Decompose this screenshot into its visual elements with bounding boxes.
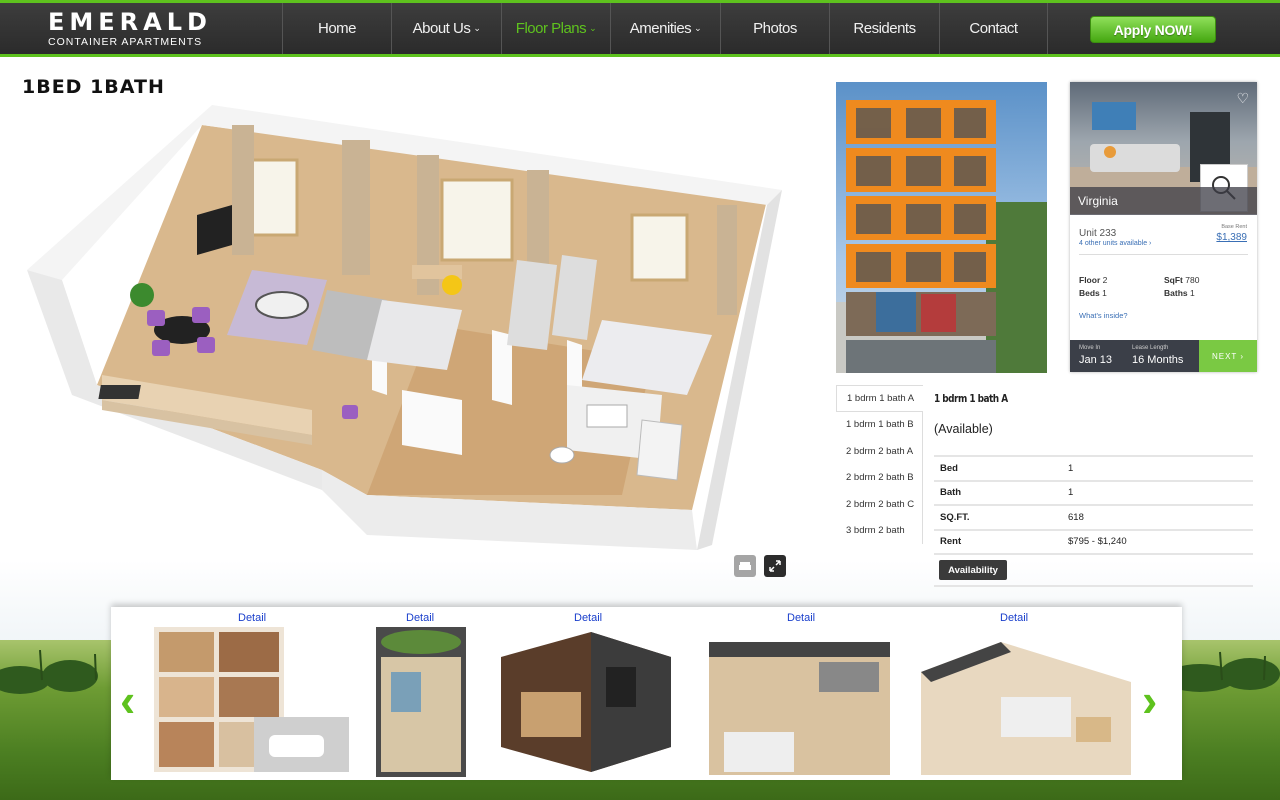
tab-2-bdrm-2-bath-c[interactable]: 2 bdrm 2 bath C <box>836 491 923 518</box>
nav-about-us-label: About Us <box>412 20 471 37</box>
rent-key: Rent <box>934 528 1062 555</box>
unit-number: Unit 233 <box>1079 228 1117 239</box>
bedroom-cutaway-illustration <box>921 642 1131 775</box>
logo-tagline: CONTAINER APARTMENTS <box>48 36 203 48</box>
chevron-down-icon: ⌄ <box>694 23 702 33</box>
base-rent-value[interactable]: $1,389 <box>1216 232 1247 243</box>
rent-value: $795 - $1,240 <box>1062 528 1253 555</box>
nav-residents[interactable]: Residents <box>829 3 939 54</box>
move-in-value: Jan 13 <box>1079 354 1113 366</box>
beds-info: Beds 1 <box>1079 288 1107 298</box>
building-illustration <box>836 100 1047 373</box>
baths-value: 1 <box>1190 288 1195 298</box>
floor-plan-tabs: 1 bdrm 1 bath A 1 bdrm 1 bath B 2 bdrm 2… <box>836 385 923 544</box>
unit-name: Virginia <box>1070 187 1257 215</box>
floor-plan-image[interactable] <box>22 95 782 555</box>
chevron-down-icon: ⌄ <box>473 23 481 33</box>
unit-listing-card[interactable]: ♡ Virginia Unit 233 4 other units availa… <box>1070 82 1257 372</box>
move-in-label: Move In <box>1079 345 1101 351</box>
nav-contact[interactable]: Contact <box>939 3 1048 54</box>
floor-label: Floor <box>1079 275 1101 285</box>
availability-status: (Available) <box>934 422 993 436</box>
nav-contact-label: Contact <box>969 20 1018 37</box>
apply-now-button[interactable]: Apply NOW! <box>1090 16 1216 43</box>
carousel-detail-link[interactable]: Detail <box>406 612 434 624</box>
bed-key: Bed <box>934 455 1062 481</box>
logo[interactable]: EMERALD CONTAINER APARTMENTS <box>48 10 243 50</box>
other-units-link[interactable]: 4 other units available › <box>1079 240 1151 247</box>
nav-amenities-label: Amenities <box>629 20 692 37</box>
lease-length-value: 16 Months <box>1132 354 1184 366</box>
floor-plan-carousel: Detail Detail Detail Detail Detail <box>111 607 1182 780</box>
tab-2-bdrm-2-bath-a[interactable]: 2 bdrm 2 bath A <box>836 438 923 465</box>
detail-divider <box>934 585 1253 587</box>
nav-about-us[interactable]: About Us ⌄ <box>391 3 501 54</box>
floor-info: Floor 2 <box>1079 275 1107 285</box>
beds-label: Beds <box>1079 288 1100 298</box>
beds-value: 1 <box>1102 288 1107 298</box>
base-rent-label: Base Rent <box>1221 224 1247 230</box>
whats-inside-link[interactable]: What's inside? <box>1079 311 1128 320</box>
tab-1-bdrm-1-bath-a[interactable]: 1 bdrm 1 bath A <box>836 385 923 412</box>
nav-home[interactable]: Home <box>282 3 391 54</box>
carousel-prev-arrow[interactable]: ‹ <box>120 672 135 728</box>
chevron-down-icon: ⌄ <box>589 23 597 33</box>
carousel-thumbnail[interactable] <box>376 627 466 777</box>
table-row: Bed 1 <box>934 455 1253 481</box>
house-cutaway-illustration <box>154 627 349 772</box>
carousel-thumbnail[interactable] <box>709 642 890 775</box>
carousel-detail-link[interactable]: Detail <box>787 612 815 624</box>
bed-value: 1 <box>1062 455 1253 481</box>
building-photo[interactable] <box>836 82 1047 373</box>
apartment-topview-illustration <box>709 642 890 775</box>
sofa-icon <box>739 562 751 570</box>
baths-info: Baths 1 <box>1164 288 1195 298</box>
nav-floor-plans-label: Floor Plans <box>515 20 587 37</box>
sqft-value: 780 <box>1185 275 1200 285</box>
carousel-thumbnail[interactable] <box>921 642 1131 775</box>
carousel-detail-link[interactable]: Detail <box>574 612 602 624</box>
nav-residents-label: Residents <box>853 20 916 37</box>
nav-amenities[interactable]: Amenities ⌄ <box>610 3 720 54</box>
bath-value: 1 <box>1062 479 1253 505</box>
table-row: SQ.FT. 618 <box>934 504 1253 530</box>
furniture-toggle-button[interactable] <box>734 555 756 577</box>
heart-icon[interactable]: ♡ <box>1236 90 1249 107</box>
nav-menu: Home About Us ⌄ Floor Plans ⌄ Amenities ⌄ P… <box>282 3 1048 54</box>
sqft-info: SqFt 780 <box>1164 275 1199 285</box>
main-navbar: EMERALD CONTAINER APARTMENTS Home About … <box>0 0 1280 57</box>
bath-key: Bath <box>934 479 1062 505</box>
baths-label: Baths <box>1164 288 1188 298</box>
next-button[interactable]: NEXT › <box>1199 340 1257 372</box>
nav-floor-plans[interactable]: Floor Plans ⌄ <box>501 3 610 54</box>
tab-2-bdrm-2-bath-b[interactable]: 2 bdrm 2 bath B <box>836 464 923 491</box>
tab-1-bdrm-1-bath-b[interactable]: 1 bdrm 1 bath B <box>836 411 923 438</box>
table-row: Rent $795 - $1,240 <box>934 528 1253 555</box>
nav-photos[interactable]: Photos <box>720 3 829 54</box>
plan-detail-title: 1 bdrm 1 bath A <box>934 393 1008 405</box>
carousel-next-arrow[interactable]: › <box>1142 672 1157 728</box>
card-footer: Move In Jan 13 Lease Length 16 Months NE… <box>1070 340 1257 372</box>
tab-3-bdrm-2-bath[interactable]: 3 bdrm 2 bath <box>836 517 923 544</box>
carousel-detail-link[interactable]: Detail <box>238 612 266 624</box>
fullscreen-button[interactable] <box>764 555 786 577</box>
plan-detail-table: Bed 1 Bath 1 SQ.FT. 618 Rent $795 - $1,240 <box>934 455 1253 555</box>
expand-icon <box>769 560 781 572</box>
carousel-detail-link[interactable]: Detail <box>1000 612 1028 624</box>
container-topview-illustration <box>376 627 466 777</box>
card-divider <box>1079 254 1248 255</box>
sqft-value: 618 <box>1062 504 1253 530</box>
carousel-thumbnail[interactable] <box>154 627 349 772</box>
logo-wordmark: EMERALD <box>48 8 212 36</box>
sqft-key: SQ.FT. <box>934 504 1062 530</box>
nav-photos-label: Photos <box>753 20 797 37</box>
floor-value: 2 <box>1102 275 1108 285</box>
sqft-label: SqFt <box>1164 275 1183 285</box>
lease-length-label: Lease Length <box>1132 345 1169 351</box>
table-row: Bath 1 <box>934 479 1253 505</box>
nav-home-label: Home <box>317 20 357 37</box>
availability-button[interactable]: Availability <box>939 560 1007 580</box>
cafe-container-illustration <box>501 632 671 772</box>
carousel-thumbnail[interactable] <box>481 627 691 775</box>
